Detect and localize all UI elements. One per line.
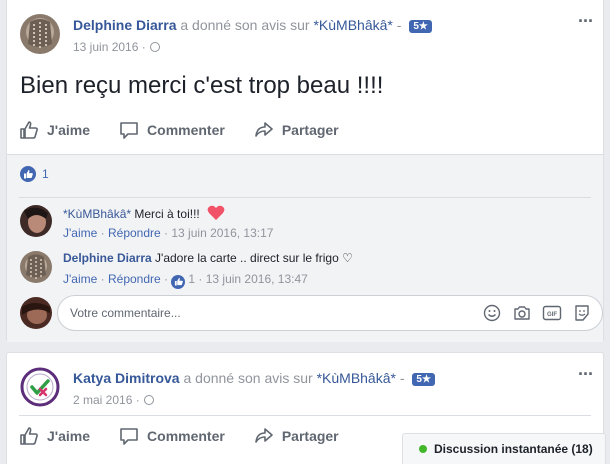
comment-date[interactable]: 13 juin 2016, 13:17 — [171, 226, 273, 240]
camera-icon[interactable] — [512, 303, 532, 323]
post-text: Bien reçu merci c'est trop beau !!!! — [20, 72, 384, 99]
comment-like-link[interactable]: J'aime — [63, 272, 97, 286]
like-reaction-icon — [171, 274, 186, 289]
author-name[interactable]: Katya Dimitrova — [73, 370, 180, 386]
chat-tab[interactable]: Discussion instantanée (18) — [402, 433, 606, 464]
more-options-icon[interactable]: ··· — [578, 365, 594, 383]
comment-icon — [120, 428, 138, 445]
post-actions: J'aime Commenter Partager — [7, 110, 603, 150]
comment-reaction-count[interactable]: 1 — [188, 272, 195, 286]
like-button[interactable]: J'aime — [19, 426, 90, 446]
comment-label: Commenter — [147, 428, 225, 444]
comment-reply-link[interactable]: Répondre — [108, 272, 161, 286]
page-name[interactable]: *KùMBhâkâ* — [313, 17, 392, 33]
page-name[interactable]: *KùMBhâkâ* — [317, 370, 396, 386]
comment-label: Commenter — [147, 122, 225, 138]
post-date[interactable]: 13 juin 2016 · — [73, 40, 160, 54]
comment-text: Merci à toi!!! — [131, 207, 200, 221]
svg-text:GIF: GIF — [547, 312, 557, 318]
author-avatar[interactable] — [20, 14, 60, 54]
commenter-avatar[interactable] — [20, 205, 52, 237]
post-header: Delphine Diarra a donné son avis sur *Kù… — [20, 12, 594, 58]
like-count: 1 — [42, 167, 49, 181]
author-name[interactable]: Delphine Diarra — [73, 17, 176, 33]
rating-badge: 5★ — [412, 373, 435, 386]
reaction-summary[interactable]: 1 — [20, 166, 49, 182]
comment-meta: J'aime · Répondre · 1 · 13 juin 2016, 13… — [63, 272, 308, 289]
post-header: Katya Dimitrova a donné son avis sur *Kù… — [20, 365, 594, 411]
post-date[interactable]: 2 mai 2016 · — [73, 393, 154, 407]
globe-icon — [149, 42, 160, 52]
title-separator: - — [395, 370, 409, 386]
review-verb: a donné son avis sur — [176, 17, 314, 33]
review-post-1: Delphine Diarra a donné son avis sur *Kù… — [6, 0, 604, 342]
share-label: Partager — [281, 428, 339, 444]
author-avatar[interactable] — [20, 367, 60, 407]
comment-author[interactable]: *KùMBhâkâ* — [63, 207, 131, 221]
comment-icon — [120, 122, 138, 139]
like-label: J'aime — [47, 428, 91, 444]
comment-input-box: GIF — [57, 295, 603, 331]
thumbs-up-icon — [20, 427, 38, 445]
comment-button[interactable]: Commenter — [119, 120, 225, 140]
online-status-icon — [419, 445, 427, 453]
comment-text: J'adore la carte .. direct sur le frigo … — [151, 251, 353, 265]
like-reaction-icon — [20, 166, 36, 182]
current-user-avatar — [20, 297, 52, 329]
more-options-icon[interactable]: ··· — [578, 12, 594, 30]
comment-author[interactable]: Delphine Diarra — [63, 251, 152, 265]
title-separator: - — [392, 17, 406, 33]
emoji-icon[interactable] — [482, 303, 502, 323]
comment-body: Delphine Diarra J'adore la carte .. dire… — [63, 251, 353, 265]
comment-reply-link[interactable]: Répondre — [108, 226, 161, 240]
sticker-icon[interactable] — [572, 303, 592, 323]
comment-date[interactable]: 13 juin 2016, 13:47 — [206, 272, 308, 286]
divider — [19, 197, 591, 198]
comment-meta: J'aime · Répondre · 13 juin 2016, 13:17 — [63, 226, 274, 240]
like-button[interactable]: J'aime — [19, 120, 90, 140]
share-icon — [255, 428, 273, 443]
like-label: J'aime — [47, 122, 91, 138]
share-button[interactable]: Partager — [254, 426, 339, 446]
comment-input[interactable] — [70, 296, 430, 330]
comment-body: *KùMBhâkâ* Merci à toi!!! — [63, 205, 225, 221]
review-verb: a donné son avis sur — [179, 370, 317, 386]
rating-badge: 5★ — [409, 20, 432, 33]
chat-label: Discussion instantanée (18) — [434, 442, 593, 456]
post-date-text: 2 mai 2016 · — [73, 393, 140, 407]
thumbs-up-icon — [20, 121, 38, 139]
gif-icon[interactable]: GIF — [542, 303, 562, 323]
comments-section: 1 *KùMBhâkâ* Merci à toi!!! J'aime · Rép… — [7, 154, 603, 342]
commenter-avatar[interactable] — [20, 251, 52, 283]
share-icon — [255, 122, 273, 137]
share-label: Partager — [281, 122, 339, 138]
post-date-text: 13 juin 2016 · — [73, 40, 146, 54]
share-button[interactable]: Partager — [254, 120, 339, 140]
globe-icon — [143, 395, 154, 405]
post-title-line: Katya Dimitrova a donné son avis sur *Kù… — [73, 370, 435, 386]
comment-button[interactable]: Commenter — [119, 426, 225, 446]
heart-icon — [207, 205, 225, 220]
comment-like-link[interactable]: J'aime — [63, 226, 97, 240]
comment-input-tools: GIF — [472, 303, 592, 323]
post-title-line: Delphine Diarra a donné son avis sur *Kù… — [73, 17, 432, 33]
